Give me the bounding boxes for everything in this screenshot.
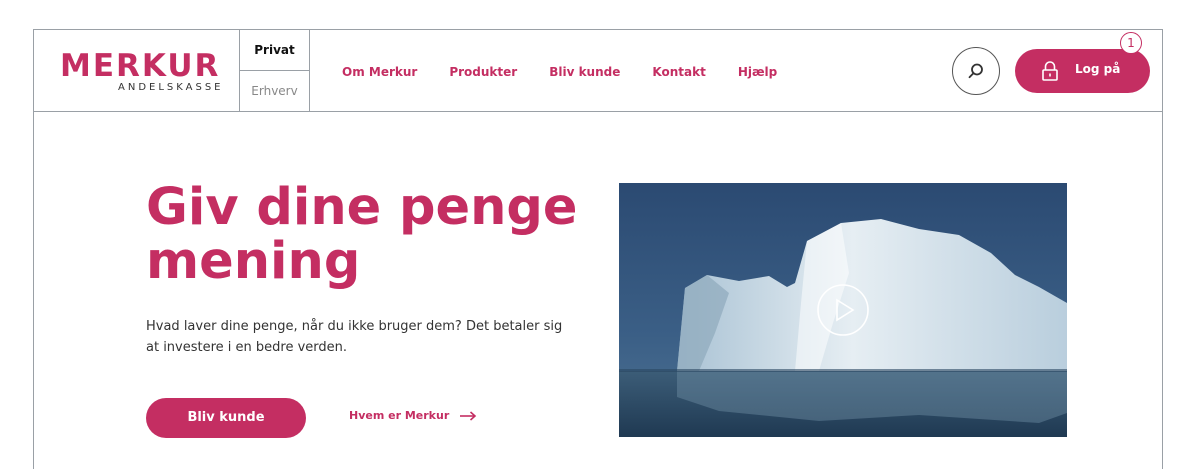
hero-headline: Giv dine penge mening [146,178,578,291]
who-is-merkur-label: Hvem er Merkur [349,409,450,422]
merkur-logo[interactable]: MERKUR ANDELSKASSE [60,48,224,94]
site-header: MERKUR ANDELSKASSE Privat Erhverv Om Mer… [34,30,1162,112]
lock-icon [1042,61,1058,81]
search-button[interactable] [952,47,1000,95]
hero-video[interactable] [619,183,1067,437]
nav-item-produkter[interactable]: Produkter [449,63,517,81]
search-icon [968,63,983,79]
notification-badge: 1 [1120,32,1142,54]
hero-intro: Hvad laver dine penge, når du ikke bruge… [146,319,563,355]
play-icon [817,284,869,336]
logo-wordmark: MERKUR [60,48,221,84]
nav-item-kontakt[interactable]: Kontakt [652,63,705,81]
nav-item-bliv-kunde[interactable]: Bliv kunde [549,63,620,81]
become-customer-button[interactable]: Bliv kunde [146,398,306,438]
segment-private[interactable]: Privat [240,30,309,71]
login-button[interactable]: Log på [1015,49,1150,93]
segment-business[interactable]: Erhverv [240,71,309,112]
who-is-merkur-link[interactable]: Hvem er Merkur [349,409,477,422]
page-frame: MERKUR ANDELSKASSE Privat Erhverv Om Mer… [33,29,1163,469]
arrow-right-icon [460,411,477,421]
nav-item-hjaelp[interactable]: Hjælp [738,63,777,81]
main-nav: Om Merkur Produkter Bliv kunde Kontakt H… [342,63,809,81]
login-label: Log på [1075,62,1121,76]
logo-subtitle: ANDELSKASSE [118,82,224,93]
segment-switcher: Privat Erhverv [239,30,310,112]
nav-item-om-merkur[interactable]: Om Merkur [342,63,417,81]
